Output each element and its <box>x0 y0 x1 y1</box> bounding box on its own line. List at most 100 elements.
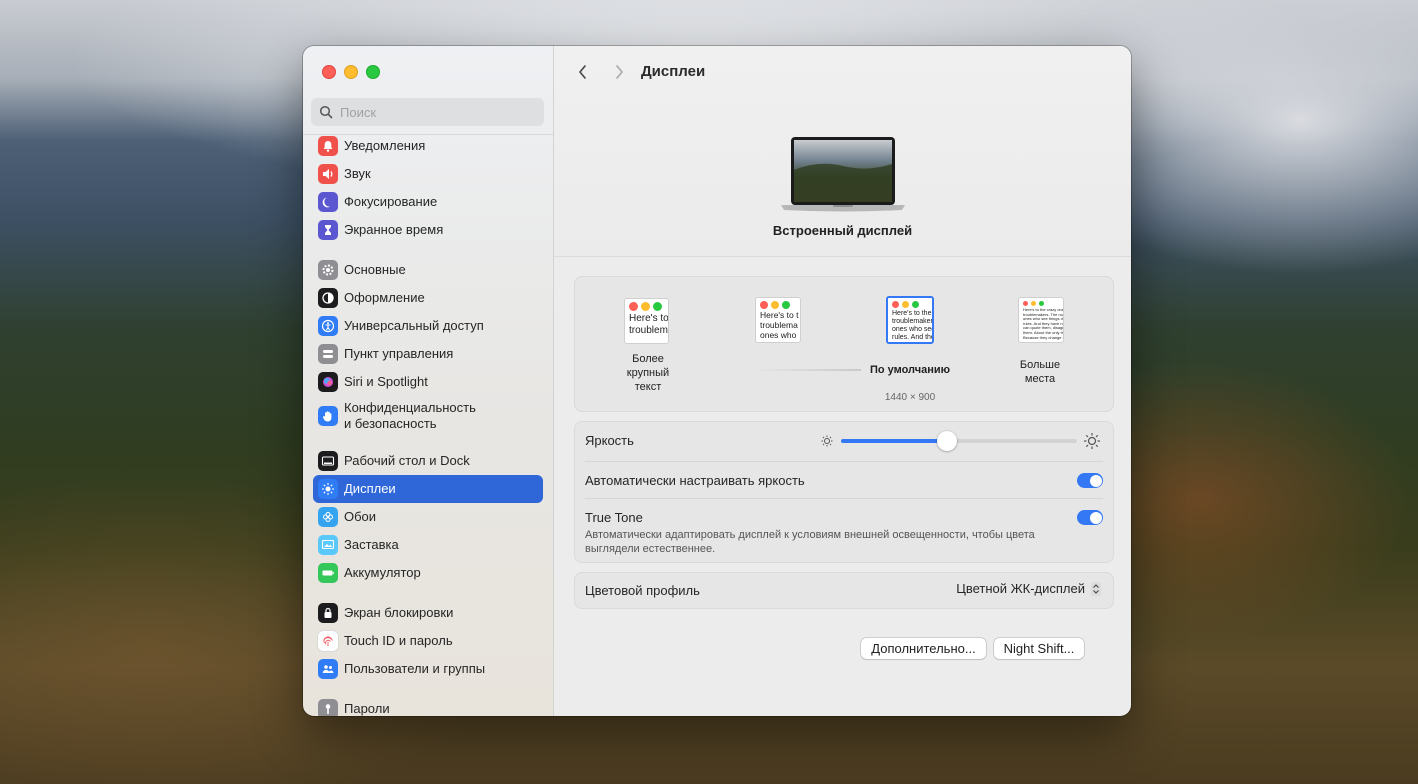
main-pane: Дисплеи Встроенный дисплей Here's to ttr… <box>554 46 1131 716</box>
search-input[interactable] <box>338 103 532 121</box>
settings-window: Уведомления Звук Фокусирование Экранное … <box>303 46 1131 716</box>
appearance-icon <box>318 288 338 308</box>
back-button[interactable] <box>573 62 593 82</box>
sidebar-item-notifications[interactable]: Уведомления <box>313 135 543 160</box>
resolution-thumbnail-selected: Here's to the ctroublemakersones who see… <box>886 296 934 344</box>
window-controls <box>322 65 380 79</box>
sidebar-item-passwords[interactable]: Пароли <box>313 695 543 716</box>
brightness-row: Яркость <box>585 431 1103 455</box>
color-profile-value: Цветной ЖК-дисплей <box>956 581 1085 596</box>
auto-brightness-row: Автоматически настраивать яркость <box>585 473 1103 493</box>
sidebar-item-label: Уведомления <box>344 138 426 153</box>
sun-large-icon <box>1084 433 1100 449</box>
sun-small-icon <box>821 435 833 447</box>
sidebar-item-sound[interactable]: Звук <box>313 160 543 188</box>
sidebar-item-control-center[interactable]: Пункт управления <box>313 340 543 368</box>
sidebar-item-label: Дисплеи <box>344 481 396 496</box>
sidebar-item-displays[interactable]: Дисплеи <box>313 475 543 503</box>
speaker-icon <box>318 164 338 184</box>
color-profile-select[interactable]: Цветной ЖК-дисплей <box>956 581 1101 596</box>
minimize-button[interactable] <box>344 65 358 79</box>
dock-icon <box>318 451 338 471</box>
search-field[interactable] <box>311 98 544 126</box>
sidebar-item-accessibility[interactable]: Универсальный доступ <box>313 312 543 340</box>
sidebar-item-users-groups[interactable]: Пользователи и группы <box>313 655 543 683</box>
flower-icon <box>318 507 338 527</box>
chevron-updown-icon <box>1091 581 1101 596</box>
brightness-label: Яркость <box>585 433 634 448</box>
sidebar-item-label: Обои <box>344 509 377 524</box>
hand-icon <box>318 406 338 426</box>
color-profile-card: Цветовой профиль Цветной ЖК-дисплей <box>574 572 1114 609</box>
auto-brightness-label: Автоматически настраивать яркость <box>585 473 805 488</box>
sidebar-item-label: Конфиденциальность и безопасность <box>344 400 476 431</box>
brightness-slider-fill <box>841 439 948 443</box>
screensaver-icon <box>318 535 338 555</box>
resolution-option-2[interactable]: Here's to t troublema ones who <box>755 297 805 347</box>
bell-icon <box>318 136 338 156</box>
true-tone-description: Автоматически адаптировать дисплей к усл… <box>585 529 1035 555</box>
display-name: Встроенный дисплей <box>772 223 913 238</box>
sidebar-item-touch-id[interactable]: Touch ID и пароль <box>313 627 543 655</box>
advanced-button[interactable]: Дополнительно... <box>861 638 986 659</box>
divider <box>585 498 1103 499</box>
sidebar-item-label: Основные <box>344 262 406 277</box>
chevron-left-icon <box>579 65 586 79</box>
sidebar-item-desktop-dock[interactable]: Рабочий стол и Dock <box>313 447 543 475</box>
moon-icon <box>318 192 338 212</box>
color-profile-label: Цветовой профиль <box>585 583 700 598</box>
resolution-thumbnail: Here's to the crazy one troublemakers. Th… <box>1018 297 1064 343</box>
sidebar-item-label: Универсальный доступ <box>344 318 484 333</box>
sidebar-list: Уведомления Звук Фокусирование Экранное … <box>303 134 553 716</box>
resolution-thumbnail: Here's to ttroublem <box>624 298 669 344</box>
resolution-card: Here's to ttroublem Более крупный текст … <box>574 276 1114 412</box>
sidebar-item-label: Рабочий стол и Dock <box>344 453 470 468</box>
sidebar-item-focus[interactable]: Фокусирование <box>313 188 543 216</box>
auto-brightness-toggle[interactable] <box>1077 473 1103 488</box>
page-title: Дисплеи <box>641 63 706 80</box>
sidebar-item-wallpaper[interactable]: Обои <box>313 503 543 531</box>
sidebar-item-battery[interactable]: Аккумулятор <box>313 559 543 587</box>
sidebar-item-screensaver[interactable]: Заставка <box>313 531 543 559</box>
gear-icon <box>318 260 338 280</box>
display-header: Дисплеи Встроенный дисплей <box>554 46 1131 257</box>
divider <box>585 461 1103 462</box>
hourglass-icon <box>318 220 338 240</box>
brightness-card: Яркость Автоматически настраивать яркост… <box>574 421 1114 563</box>
battery-icon <box>318 563 338 583</box>
sidebar-item-label: Оформление <box>344 290 425 305</box>
sidebar-item-label: Фокусирование <box>344 194 438 209</box>
sidebar-item-label: Экранное время <box>344 222 444 237</box>
control-center-icon <box>318 344 338 364</box>
lock-icon <box>318 603 338 623</box>
zoom-button[interactable] <box>366 65 380 79</box>
resolution-thumbnail: Here's to t troublema ones who <box>755 297 801 343</box>
brightness-slider[interactable] <box>841 431 1077 451</box>
night-shift-button[interactable]: Night Shift... <box>994 638 1084 659</box>
true-tone-label: True Tone <box>585 510 643 525</box>
sidebar-item-label: Аккумулятор <box>344 565 421 580</box>
sidebar-item-label: Пароли <box>344 701 390 716</box>
forward-button[interactable] <box>609 62 629 82</box>
true-tone-row: True Tone Автоматически адаптировать дис… <box>585 510 1103 556</box>
sidebar-item-screen-time[interactable]: Экранное время <box>313 216 543 244</box>
key-icon <box>318 699 338 716</box>
sidebar-item-label: Звук <box>344 166 371 181</box>
true-tone-toggle[interactable] <box>1077 510 1103 525</box>
sidebar-item-label: Экран блокировки <box>344 605 454 620</box>
sidebar-item-appearance[interactable]: Оформление <box>313 284 543 312</box>
sidebar-item-general[interactable]: Основные <box>313 256 543 284</box>
sidebar: Уведомления Звук Фокусирование Экранное … <box>303 46 554 716</box>
brightness-slider-knob[interactable] <box>937 431 958 451</box>
fingerprint-icon <box>318 631 338 651</box>
accessibility-icon <box>318 316 338 336</box>
sidebar-item-label: Siri и Spotlight <box>344 374 428 389</box>
sidebar-item-label: Touch ID и пароль <box>344 633 453 648</box>
sidebar-item-label: Пользователи и группы <box>344 661 486 676</box>
sidebar-item-privacy-security[interactable]: Конфиденциальность и безопасность <box>313 398 543 434</box>
chevron-right-icon <box>616 65 623 79</box>
close-button[interactable] <box>322 65 336 79</box>
sidebar-item-label: Пункт управления <box>344 346 454 361</box>
sidebar-item-siri-spotlight[interactable]: Siri и Spotlight <box>313 368 543 396</box>
sidebar-item-lock-screen[interactable]: Экран блокировки <box>313 599 543 627</box>
